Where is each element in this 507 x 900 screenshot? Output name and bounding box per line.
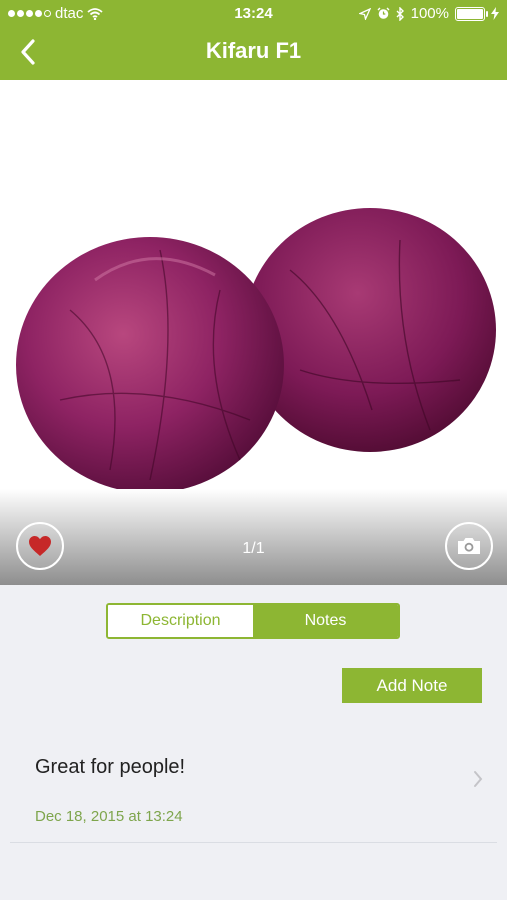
page-title: Kifaru F1 [205, 38, 302, 63]
status-bar: dtac 13:24 100% [0, 0, 507, 28]
list-divider [10, 842, 497, 843]
top-bar: dtac 13:24 100% Kifaru F1 [0, 0, 507, 80]
add-note-button[interactable]: Add Note [342, 668, 482, 703]
status-right: 100% [358, 5, 499, 22]
alarm-clock-icon [377, 7, 390, 19]
tab-notes[interactable]: Notes [253, 605, 398, 637]
note-date: Dec 18, 2015 at 13:24 [35, 808, 183, 825]
gallery-bottom-gradient [0, 489, 507, 585]
image-counter: 1/1 [242, 540, 265, 557]
description-notes-segmented-control: Description Notes [106, 603, 400, 639]
battery-percent: 100% [410, 5, 449, 22]
note-list-item[interactable]: Great for people! Dec 18, 2015 at 13:24 [0, 730, 507, 842]
location-arrow-icon [358, 7, 371, 20]
battery-full-icon [455, 6, 488, 21]
camera-button[interactable] [445, 522, 493, 570]
chevron-right-icon [474, 771, 483, 787]
tab-description[interactable]: Description [108, 605, 253, 637]
note-text: Great for people! [35, 756, 186, 778]
lightning-bolt-icon [491, 7, 499, 20]
navigation-bar: Kifaru F1 [0, 30, 507, 76]
camera-icon [458, 538, 480, 554]
product-photo-gallery[interactable]: 1/1 [0, 80, 507, 585]
bluetooth-icon [396, 6, 404, 21]
